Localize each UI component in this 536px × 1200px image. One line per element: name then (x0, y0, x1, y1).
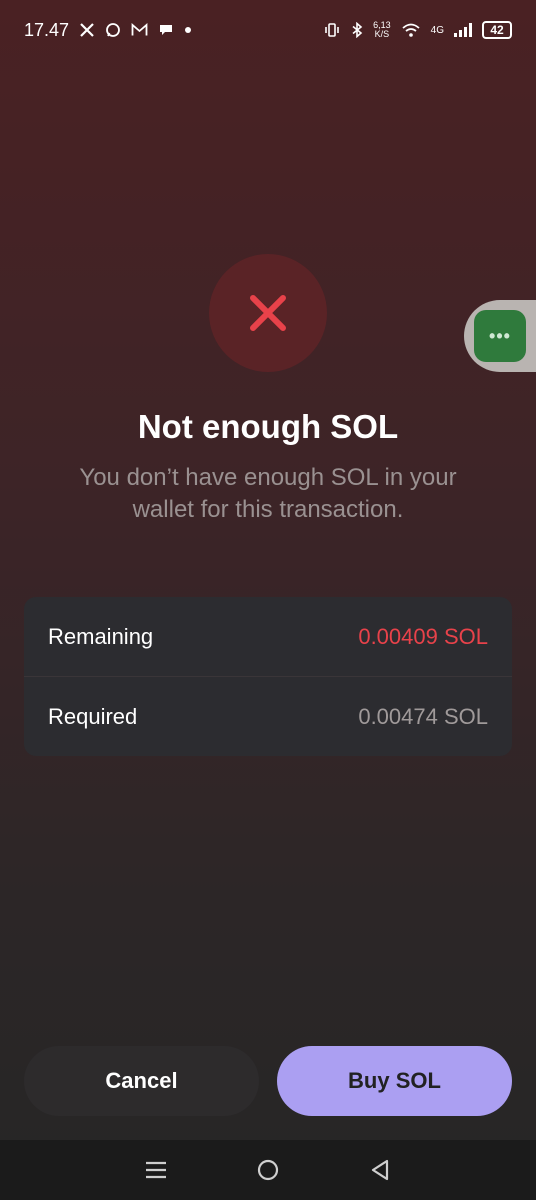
back-button[interactable] (360, 1150, 400, 1190)
required-value: 0.00474 SOL (358, 703, 488, 729)
close-x-icon (250, 295, 286, 331)
network-type: 4G (430, 24, 444, 36)
error-badge (209, 254, 327, 372)
more-icon[interactable]: ••• (474, 310, 526, 362)
status-left: 17.47 (24, 20, 192, 41)
home-button[interactable] (248, 1150, 288, 1190)
remaining-label: Remaining (48, 623, 154, 649)
balance-card: Remaining 0.00409 SOL Required 0.00474 S… (24, 597, 512, 756)
remaining-row: Remaining 0.00409 SOL (24, 597, 512, 676)
vibrate-icon (323, 22, 341, 38)
floating-chat-bubble[interactable]: ••• (464, 300, 536, 372)
speed-unit: K/S (374, 29, 390, 39)
chat-icon (158, 22, 174, 38)
network-speed: 6,13 K/S (373, 21, 391, 39)
gmail-icon (131, 23, 148, 37)
bluetooth-icon (351, 22, 363, 38)
system-nav-bar (0, 1140, 536, 1200)
recent-apps-button[interactable] (136, 1150, 176, 1190)
status-bar: 17.47 6,13 K/S 4G 42 (0, 0, 536, 60)
battery-icon: 42 (482, 21, 512, 39)
remaining-value: 0.00409 SOL (358, 623, 488, 649)
dialog-message: You don’t have enough SOL in your wallet… (79, 464, 457, 523)
x-app-icon (79, 22, 95, 38)
menu-icon (146, 1161, 166, 1179)
back-triangle-icon (371, 1159, 389, 1181)
status-time: 17.47 (24, 19, 70, 40)
dot-icon (184, 26, 192, 34)
home-circle-icon (257, 1159, 279, 1181)
status-right: 6,13 K/S 4G 42 (323, 21, 512, 39)
wifi-icon (401, 22, 421, 38)
battery-level: 42 (490, 23, 504, 37)
cancel-button[interactable]: Cancel (24, 1046, 259, 1116)
signal-icon (454, 23, 472, 37)
required-row: Required 0.00474 SOL (24, 676, 512, 756)
dialog-title: Not enough SOL (137, 408, 399, 445)
buy-sol-button[interactable]: Buy SOL (277, 1046, 512, 1116)
whatsapp-icon (105, 22, 121, 38)
more-dots: ••• (489, 325, 511, 346)
required-label: Required (48, 703, 138, 729)
